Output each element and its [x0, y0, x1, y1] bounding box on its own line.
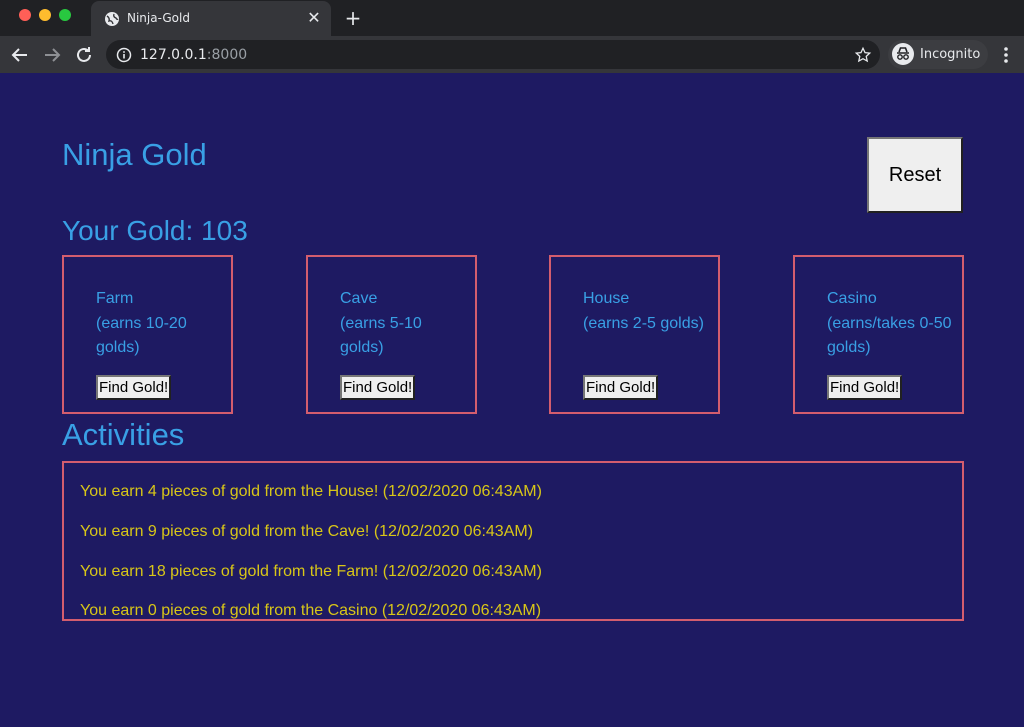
url-port: :8000	[206, 47, 248, 63]
page-title: Ninja Gold	[62, 137, 207, 172]
back-arrow-icon[interactable]	[8, 43, 32, 67]
gold-total: Your Gold: 103	[62, 215, 248, 246]
activity-log[interactable]: You earn 4 pieces of gold from the House…	[62, 461, 964, 621]
info-icon[interactable]	[116, 47, 132, 63]
tab-title: Ninja-Gold	[127, 11, 190, 25]
card-name: Farm	[96, 290, 134, 307]
incognito-profile-button[interactable]: Incognito	[888, 40, 988, 69]
activity-item: You earn 9 pieces of gold from the Cave!…	[80, 523, 534, 540]
incognito-icon	[892, 43, 914, 65]
maximize-window-button[interactable]	[59, 9, 71, 21]
page-content: Ninja Gold Reset Your Gold: 103 Farm (ea…	[0, 73, 1024, 727]
bookmark-star-icon[interactable]	[854, 46, 872, 64]
cave-card: Cave (earns 5-10 golds) Find Gold!	[306, 255, 477, 414]
forward-arrow-icon[interactable]	[40, 43, 64, 67]
url-text: 127.0.0.1:8000	[140, 47, 247, 63]
card-description: (earns 2-5 golds)	[583, 315, 704, 332]
kebab-menu-icon[interactable]	[998, 44, 1014, 66]
find-gold-house-button[interactable]: Find Gold!	[583, 375, 659, 400]
browser-tab[interactable]: Ninja-Gold ✕	[91, 1, 331, 36]
card-description: (earns 5-10 golds)	[340, 315, 422, 356]
house-card: House (earns 2-5 golds) Find Gold!	[549, 255, 720, 414]
card-description: (earns 10-20 golds)	[96, 315, 187, 356]
close-window-button[interactable]	[19, 9, 31, 21]
address-bar[interactable]: 127.0.0.1:8000	[106, 40, 880, 69]
find-gold-cave-button[interactable]: Find Gold!	[340, 375, 416, 400]
close-tab-icon[interactable]: ✕	[305, 9, 323, 27]
activity-item: You earn 0 pieces of gold from the Casin…	[80, 602, 542, 619]
casino-card: Casino (earns/takes 0-50 golds) Find Gol…	[793, 255, 964, 414]
find-gold-casino-button[interactable]: Find Gold!	[827, 375, 903, 400]
browser-toolbar: 127.0.0.1:8000 Incognito	[0, 36, 1024, 73]
farm-card: Farm (earns 10-20 golds) Find Gold!	[62, 255, 233, 414]
browser-chrome: Ninja-Gold ✕ + 127.0.0.1:8000 Incognito	[0, 0, 1024, 73]
find-gold-farm-button[interactable]: Find Gold!	[96, 375, 172, 400]
card-name: Casino	[827, 290, 877, 307]
card-name: Cave	[340, 290, 378, 307]
card-description: (earns/takes 0-50 golds)	[827, 315, 952, 356]
new-tab-icon[interactable]: +	[342, 7, 364, 29]
url-host: 127.0.0.1	[140, 47, 207, 63]
globe-icon	[105, 12, 119, 26]
activities-heading: Activities	[62, 417, 185, 452]
tab-strip: Ninja-Gold ✕ +	[0, 0, 1024, 36]
incognito-label: Incognito	[920, 47, 981, 62]
card-name: House	[583, 290, 630, 307]
activity-item: You earn 4 pieces of gold from the House…	[80, 483, 542, 500]
minimize-window-button[interactable]	[39, 9, 51, 21]
reload-icon[interactable]	[72, 43, 96, 67]
reset-button[interactable]: Reset	[867, 137, 963, 213]
activity-item: You earn 18 pieces of gold from the Farm…	[80, 563, 542, 580]
